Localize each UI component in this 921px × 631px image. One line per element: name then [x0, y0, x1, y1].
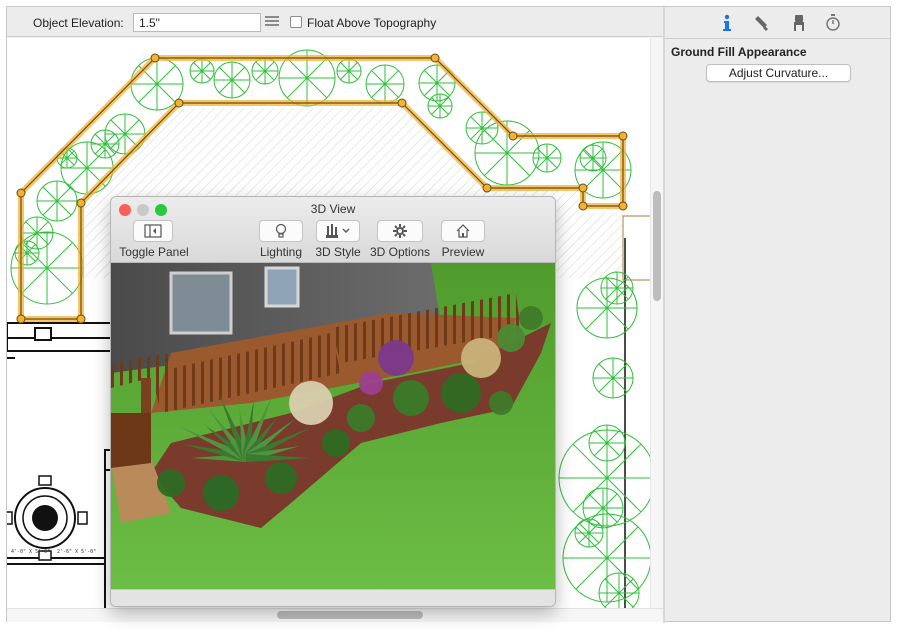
shrub	[497, 324, 525, 352]
shrub	[393, 380, 429, 416]
plant-symbol	[90, 129, 120, 159]
info-icon[interactable]	[717, 13, 737, 33]
edit-handle[interactable]	[482, 183, 492, 193]
shrub	[461, 338, 501, 378]
plant-symbol	[576, 277, 638, 339]
float-above-topography-checkbox[interactable]	[290, 16, 302, 28]
inspector-panel: Ground Fill Appearance Adjust Curvature.…	[665, 7, 890, 621]
plant-symbol	[336, 58, 362, 84]
plant-symbol	[574, 518, 604, 548]
toggle-panel-button[interactable]	[133, 220, 173, 242]
shrub	[347, 404, 375, 432]
chevron-down-icon	[342, 228, 350, 233]
plant-symbol	[189, 58, 215, 84]
horizontal-scroll-thumb[interactable]	[277, 611, 423, 619]
plant-symbol	[598, 572, 640, 608]
edit-handle[interactable]	[430, 53, 440, 63]
3d-view-title: 3D View	[310, 202, 356, 216]
3d-options-label: 3D Options	[369, 245, 431, 259]
brush-icon[interactable]	[753, 13, 773, 33]
lightbulb-icon	[275, 223, 287, 238]
edit-handle[interactable]	[174, 98, 184, 108]
vertical-scrollbar[interactable]	[650, 38, 663, 608]
edit-handle[interactable]	[16, 314, 26, 324]
deck-side	[111, 413, 151, 468]
plant-symbol	[365, 64, 405, 104]
3d-view-window[interactable]: 3D View Toggle Panel Lighting 3D Style 3…	[110, 196, 556, 607]
house-icon	[456, 224, 470, 238]
paintbrushes-icon	[326, 224, 350, 238]
float-above-topography-label: Float Above Topography	[307, 16, 437, 30]
inspector-tabs	[665, 7, 890, 39]
shrub	[378, 340, 414, 376]
gear-icon	[393, 224, 407, 238]
lighting-button[interactable]	[259, 220, 303, 242]
3d-options-button[interactable]	[377, 220, 423, 242]
3d-view-footer	[111, 589, 555, 606]
shrub	[203, 475, 239, 511]
preview-label: Preview	[441, 245, 485, 259]
object-toolbar: Object Elevation: Float Above Topography	[7, 7, 663, 37]
3d-render-image	[111, 263, 555, 589]
stopwatch-icon[interactable]	[823, 13, 843, 33]
adjust-curvature-button[interactable]: Adjust Curvature...	[706, 64, 851, 82]
shrub	[157, 469, 185, 497]
object-elevation-label: Object Elevation:	[33, 16, 124, 30]
chair-icon[interactable]	[789, 13, 809, 33]
toggle-panel-label: Toggle Panel	[119, 245, 189, 259]
patio-table	[7, 475, 88, 561]
plant-symbol	[213, 61, 251, 99]
3d-render-viewport[interactable]	[111, 263, 555, 589]
edit-handle[interactable]	[618, 201, 628, 211]
house-walls	[7, 322, 120, 608]
dimension-label-right: 2'-6" X 5'-0"	[57, 549, 96, 555]
vertical-scroll-thumb[interactable]	[653, 191, 661, 301]
plant-symbol	[251, 57, 279, 85]
shrub	[489, 391, 513, 415]
edit-handle[interactable]	[578, 201, 588, 211]
edit-handle[interactable]	[578, 183, 588, 193]
steps-outline	[622, 215, 654, 281]
edit-handle[interactable]	[397, 98, 407, 108]
shrub	[519, 306, 543, 330]
plant-symbol	[579, 144, 607, 172]
edit-handle[interactable]	[508, 131, 518, 141]
shrub	[289, 381, 333, 425]
dimension-label-left: 4'-0" X 5'-0"	[11, 549, 50, 555]
elevation-options-menu-icon[interactable]	[265, 16, 279, 28]
shrub	[322, 429, 350, 457]
3d-view-toolbar: 3D View Toggle Panel Lighting 3D Style 3…	[111, 197, 555, 263]
shrub	[441, 373, 481, 413]
plant-symbol	[532, 143, 562, 173]
plant-symbol	[592, 357, 634, 399]
shrub	[265, 462, 297, 494]
edit-handle[interactable]	[76, 198, 86, 208]
lighting-label: Lighting	[259, 245, 303, 259]
shrub	[359, 371, 383, 395]
edit-handle[interactable]	[150, 53, 160, 63]
house-window	[264, 266, 300, 308]
edit-handle[interactable]	[618, 131, 628, 141]
plant-symbol	[36, 180, 78, 222]
edit-handle[interactable]	[16, 188, 26, 198]
ground-fill-appearance-title: Ground Fill Appearance	[671, 45, 807, 59]
3d-style-label: 3D Style	[315, 245, 361, 259]
plant-symbol	[427, 93, 453, 119]
object-elevation-input[interactable]	[133, 13, 261, 32]
edit-handle[interactable]	[76, 314, 86, 324]
3d-style-button[interactable]	[316, 220, 360, 242]
house-door	[169, 271, 233, 335]
plant-symbol	[600, 271, 634, 305]
toggle-panel-icon	[144, 224, 162, 238]
preview-button[interactable]	[441, 220, 485, 242]
